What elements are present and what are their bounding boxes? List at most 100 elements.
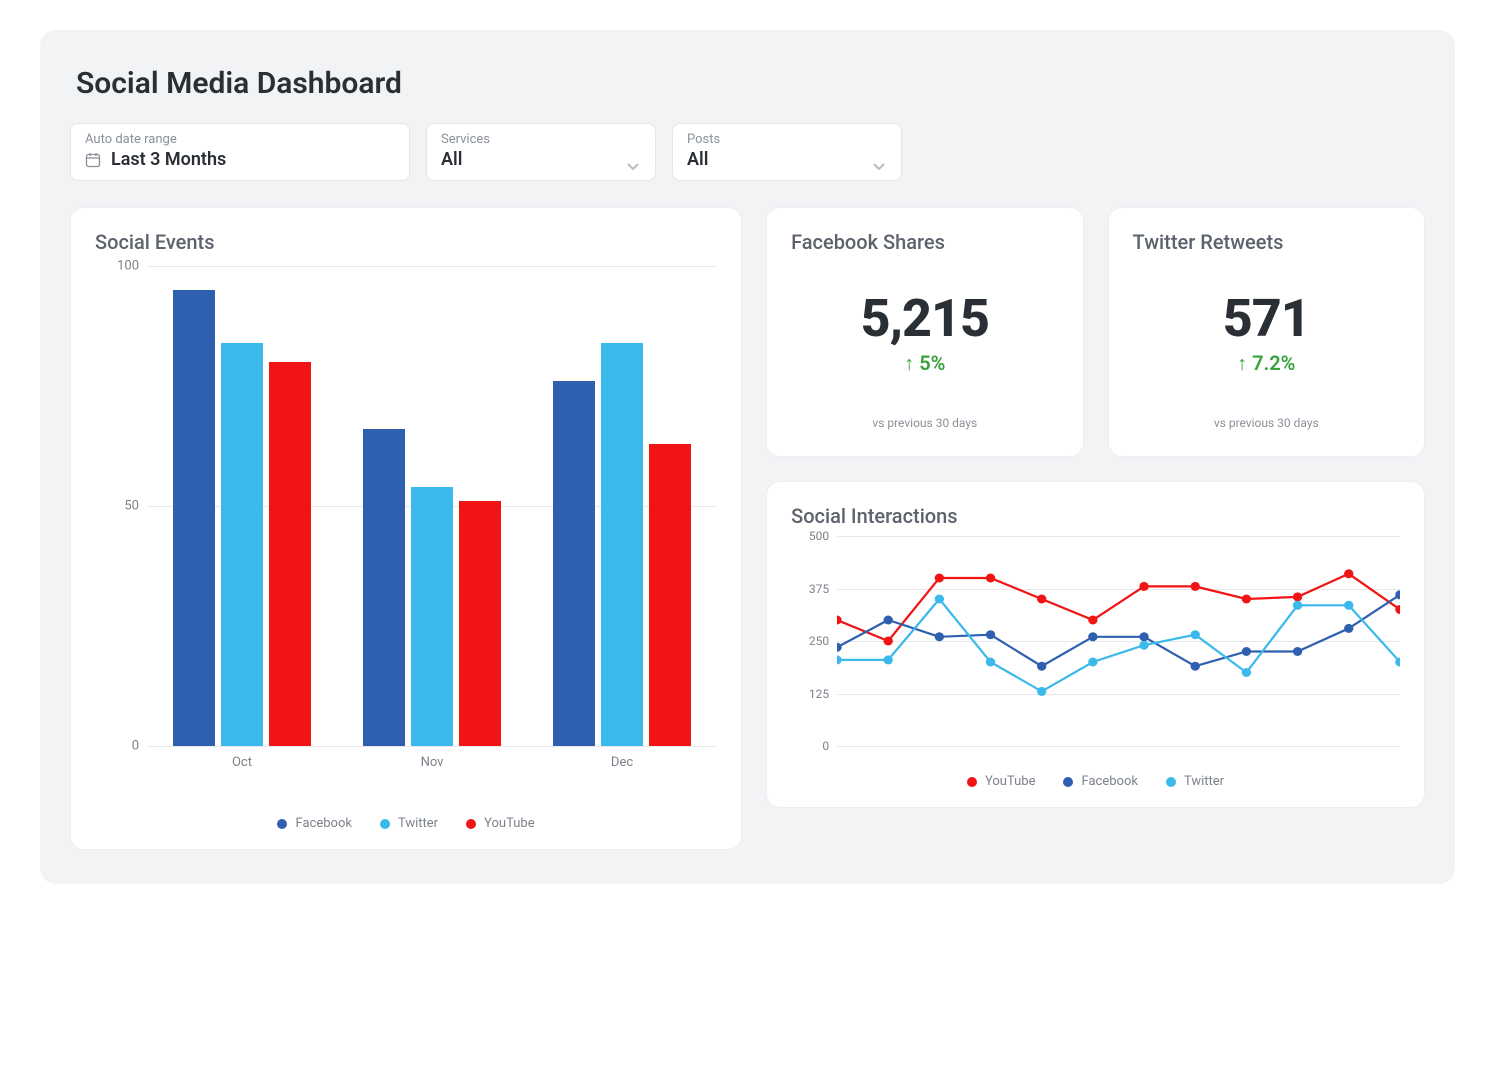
line-point — [1191, 582, 1200, 591]
kpi-value: 5,215 — [791, 288, 1058, 349]
page-title: Social Media Dashboard — [76, 66, 1425, 101]
calendar-icon — [85, 152, 101, 168]
y-tick-label: 50 — [103, 499, 139, 514]
bar-facebook — [363, 429, 405, 746]
filter-services-label: Services — [441, 132, 641, 147]
line-series-twitter — [837, 599, 1400, 691]
legend-label: Facebook — [1081, 774, 1137, 789]
line-point — [935, 595, 944, 604]
legend-dot — [277, 819, 287, 829]
line-point — [1293, 647, 1302, 656]
line-point — [935, 574, 944, 583]
bar-chart-social-events: 0 50 100 Oct Nov Dec — [95, 260, 717, 780]
legend-dot — [967, 777, 977, 787]
filter-date-value: Last 3 Months — [111, 149, 226, 170]
x-tick-label: Oct — [232, 755, 252, 770]
bar-facebook — [553, 381, 595, 746]
line-chart-social-interactions: 0125250375500 — [791, 536, 1400, 746]
y-tick-label: 100 — [103, 259, 139, 274]
line-point — [1088, 658, 1097, 667]
kpi-value: 571 — [1133, 288, 1400, 349]
legend-item-youtube: YouTube — [967, 774, 1036, 789]
card-social-events: Social Events 0 50 100 Oct Nov Dec Facebook T… — [70, 207, 742, 850]
line-point — [986, 574, 995, 583]
line-point — [1242, 647, 1251, 656]
filter-services-value: All — [441, 149, 462, 170]
filter-posts[interactable]: Posts All — [672, 123, 902, 181]
dashboard-grid: Social Events 0 50 100 Oct Nov Dec Facebook T… — [70, 207, 1425, 850]
y-tick-label: 0 — [103, 739, 139, 754]
line-point — [1344, 601, 1353, 610]
filter-date-label: Auto date range — [85, 132, 395, 147]
line-point — [1139, 582, 1148, 591]
kpi-subtext: vs previous 30 days — [1133, 416, 1400, 430]
line-point — [1293, 592, 1302, 601]
line-point — [1242, 668, 1251, 677]
line-point — [1242, 595, 1251, 604]
line-svg — [837, 536, 1400, 746]
legend-dot — [1166, 777, 1176, 787]
line-point — [1191, 662, 1200, 671]
legend-label: Facebook — [295, 816, 351, 831]
x-tick-label: Nov — [421, 755, 444, 770]
legend-dot — [1063, 777, 1073, 787]
bar-youtube — [649, 444, 691, 746]
legend-dot — [466, 819, 476, 829]
line-point — [1344, 569, 1353, 578]
legend-social-events: Facebook Twitter YouTube — [95, 816, 717, 831]
filter-posts-value: All — [687, 149, 708, 170]
y-tick-label: 375 — [795, 582, 829, 596]
kpi-twitter-retweets: Twitter Retweets 571 ↑ 7.2% vs previous … — [1108, 207, 1425, 457]
line-point — [1037, 595, 1046, 604]
bar-group: Nov — [363, 266, 501, 746]
y-tick-label: 500 — [795, 529, 829, 543]
legend-item-twitter: Twitter — [1166, 774, 1224, 789]
line-point — [1191, 630, 1200, 639]
card-title-social-interactions: Social Interactions — [791, 504, 1400, 528]
line-point — [935, 632, 944, 641]
line-point — [986, 658, 995, 667]
bar-group: Dec — [553, 266, 691, 746]
legend-social-interactions: YouTube Facebook Twitter — [791, 774, 1400, 789]
legend-label: Twitter — [398, 816, 438, 831]
line-point — [1037, 662, 1046, 671]
filter-posts-label: Posts — [687, 132, 887, 147]
gridline — [147, 746, 717, 747]
line-point — [1088, 632, 1097, 641]
kpi-row: Facebook Shares 5,215 ↑ 5% vs previous 3… — [766, 207, 1425, 457]
chevron-down-icon — [627, 155, 641, 165]
kpi-subtext: vs previous 30 days — [791, 416, 1058, 430]
y-tick-label: 125 — [795, 687, 829, 701]
legend-dot — [380, 819, 390, 829]
kpi-title: Facebook Shares — [791, 230, 1058, 254]
line-point — [837, 616, 842, 625]
filter-services[interactable]: Services All — [426, 123, 656, 181]
card-title-social-events: Social Events — [95, 230, 717, 254]
line-point — [1344, 624, 1353, 633]
legend-label: YouTube — [985, 774, 1036, 789]
y-tick-label: 0 — [795, 739, 829, 753]
legend-label: Twitter — [1184, 774, 1224, 789]
bar-groups: Oct Nov Dec — [147, 266, 717, 746]
dashboard-frame: Social Media Dashboard Auto date range L… — [40, 30, 1455, 884]
line-point — [1037, 687, 1046, 696]
bar-twitter — [411, 487, 453, 746]
legend-label: YouTube — [484, 816, 535, 831]
kpi-delta: ↑ 5% — [791, 351, 1058, 376]
bar-youtube — [459, 501, 501, 746]
card-social-interactions: Social Interactions 0125250375500 YouTub… — [766, 481, 1425, 808]
line-point — [1139, 641, 1148, 650]
line-point — [986, 630, 995, 639]
bar-twitter — [221, 343, 263, 746]
bar-youtube — [269, 362, 311, 746]
kpi-facebook-shares: Facebook Shares 5,215 ↑ 5% vs previous 3… — [766, 207, 1083, 457]
chevron-down-icon — [873, 155, 887, 165]
bar-group: Oct — [173, 266, 311, 746]
filter-date-range[interactable]: Auto date range Last 3 Months — [70, 123, 410, 181]
legend-item-facebook: Facebook — [1063, 774, 1137, 789]
line-point — [1293, 601, 1302, 610]
bar-twitter — [601, 343, 643, 746]
legend-item-youtube: YouTube — [466, 816, 535, 831]
line-point — [884, 616, 893, 625]
line-point — [1088, 616, 1097, 625]
